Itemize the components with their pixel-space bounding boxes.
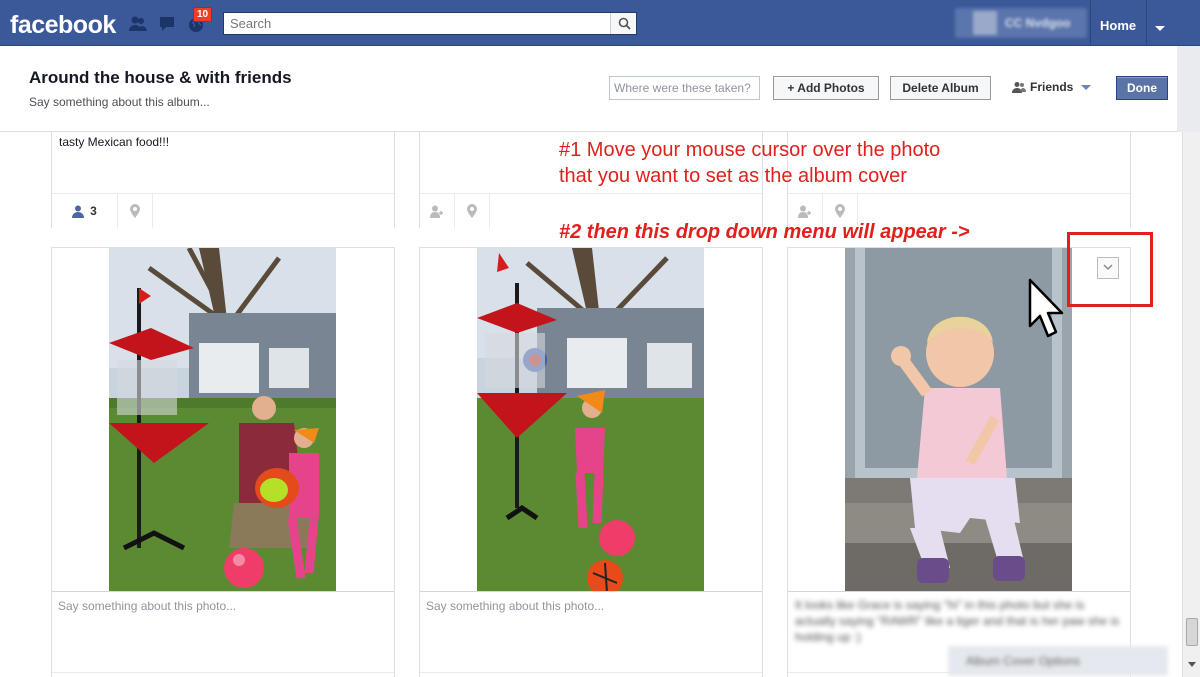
friends-icon: [1012, 82, 1026, 93]
notification-count-badge: 10: [193, 7, 213, 22]
album-title[interactable]: Around the house & with friends: [29, 68, 292, 88]
chevron-down-icon: [1103, 264, 1113, 271]
chevron-down-icon: [1081, 84, 1092, 90]
profile-name-blurred: CC Nvdgoo: [1005, 16, 1071, 30]
page-scrollbar[interactable]: [1182, 132, 1200, 677]
photo-child-with-disc-golf-basket[interactable]: [477, 248, 704, 591]
add-photos-button[interactable]: + Add Photos: [773, 76, 879, 100]
account-menu-chevron-down-icon[interactable]: [1155, 26, 1165, 31]
photo-card: tasty Mexican food!!! 3: [51, 118, 395, 228]
privacy-selector[interactable]: Friends: [1012, 80, 1092, 94]
add-location-button[interactable]: [118, 194, 153, 228]
top-navigation-bar: facebook 10 CC Nvdgoo Home: [0, 0, 1200, 46]
messages-icon[interactable]: [158, 14, 178, 34]
person-icon: [72, 205, 85, 218]
annotation-step2: #2 then this drop down menu will appear …: [559, 221, 970, 243]
avatar: [973, 11, 997, 35]
tag-people-button[interactable]: 3: [52, 194, 118, 228]
scrollbar-thumb[interactable]: [1186, 618, 1198, 646]
album-location-input[interactable]: [609, 76, 760, 100]
blurred-action-button[interactable]: Album Cover Options: [948, 646, 1168, 676]
photo-man-and-child-disc-golf[interactable]: [109, 248, 336, 591]
photo-caption-box: [420, 591, 762, 651]
photo-caption-input[interactable]: [52, 592, 394, 651]
photo-card-footer: 3: [52, 193, 394, 228]
add-tag-icon: [430, 205, 443, 218]
photo-options-dropdown-button[interactable]: [1097, 257, 1119, 279]
add-location-button[interactable]: [455, 194, 490, 228]
profile-link-blurred[interactable]: CC Nvdgoo: [955, 8, 1087, 38]
annotation-step1-line1: #1 Move your mouse cursor over the photo: [559, 139, 941, 161]
photo-card-footer: [52, 672, 394, 677]
search-icon: [618, 17, 631, 30]
annotation-step1: #1 Move your mouse cursor over the photo…: [559, 137, 940, 189]
facebook-logo[interactable]: facebook: [10, 11, 116, 40]
home-link[interactable]: Home: [1100, 18, 1136, 33]
nav-divider: [1090, 0, 1091, 46]
friend-requests-icon[interactable]: [128, 14, 148, 34]
location-pin-icon: [130, 204, 140, 218]
blurred-photo-caption: It looks like Grace is saying "hi" in th…: [795, 598, 1120, 644]
search-box: [223, 12, 637, 35]
blurred-button-label: Album Cover Options: [966, 654, 1081, 668]
delete-album-button[interactable]: Delete Album: [890, 76, 991, 100]
search-input[interactable]: [224, 13, 604, 34]
album-description-field[interactable]: Say something about this album...: [29, 95, 210, 109]
photo-card: [51, 247, 395, 677]
photo-caption-box: [52, 591, 394, 651]
photo-card: [419, 247, 763, 677]
photo-caption-text[interactable]: tasty Mexican food!!!: [59, 135, 169, 149]
photo-caption-input[interactable]: [420, 592, 762, 651]
done-button[interactable]: Done: [1116, 76, 1168, 100]
add-tag-icon: [798, 205, 811, 218]
tag-people-button[interactable]: [420, 194, 455, 228]
privacy-label: Friends: [1030, 80, 1074, 94]
album-edit-header: Around the house & with friends Say some…: [0, 46, 1177, 132]
photo-card-footer: [420, 672, 762, 677]
scroll-down-arrow-icon[interactable]: [1188, 662, 1196, 667]
mouse-cursor-icon: [1028, 278, 1064, 345]
annotation-step1-line2: that you want to set as the album cover: [559, 165, 907, 187]
tag-count: 3: [90, 204, 97, 218]
search-button[interactable]: [610, 13, 636, 34]
location-pin-icon: [835, 204, 845, 218]
nav-divider: [1146, 0, 1147, 46]
location-pin-icon: [467, 204, 477, 218]
